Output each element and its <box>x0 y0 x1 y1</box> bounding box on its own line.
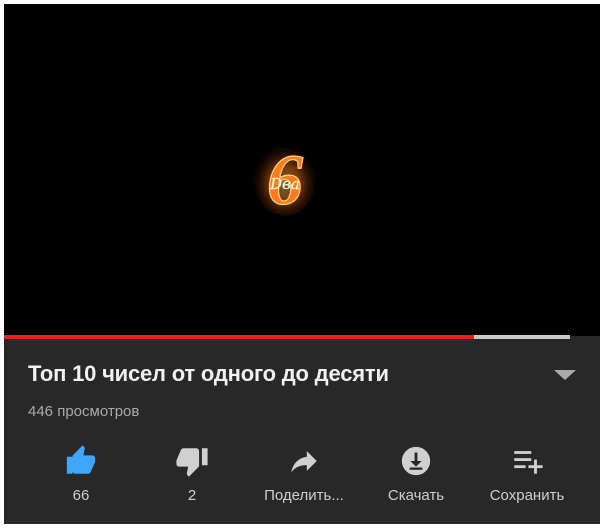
video-progress-fill <box>4 335 474 339</box>
action-bar: 66 2 Поделить... Скачать Сохранить <box>4 442 600 512</box>
flaming-six-graphic: 6 Dва <box>254 139 316 216</box>
video-progress-bar[interactable] <box>4 335 570 339</box>
video-page: 6 Dва Топ 10 чисел от одного до десяти 4… <box>4 4 600 524</box>
thumbs-up-icon <box>66 445 96 474</box>
download-label: Скачать <box>387 487 445 504</box>
like-button[interactable]: 66 <box>21 442 141 512</box>
dislike-count: 2 <box>187 487 197 504</box>
playlist-add-icon <box>514 451 543 474</box>
expand-description-icon[interactable] <box>552 367 578 383</box>
save-label: Сохранить <box>489 487 565 504</box>
share-label: Поделить... <box>264 487 344 504</box>
download-button[interactable]: Скачать <box>356 442 476 512</box>
view-count: 446 просмотров <box>28 403 140 420</box>
share-icon <box>291 451 317 473</box>
thumbs-down-icon <box>176 448 208 477</box>
share-button[interactable]: Поделить... <box>244 442 364 512</box>
video-title: Топ 10 чисел от одного до десяти <box>28 361 389 386</box>
video-player[interactable]: 6 Dва <box>4 4 600 336</box>
dislike-button[interactable]: 2 <box>132 442 252 512</box>
save-button[interactable]: Сохранить <box>467 442 587 512</box>
download-icon <box>401 446 431 476</box>
like-count: 66 <box>72 487 90 504</box>
svg-text:Dва: Dва <box>269 175 300 193</box>
